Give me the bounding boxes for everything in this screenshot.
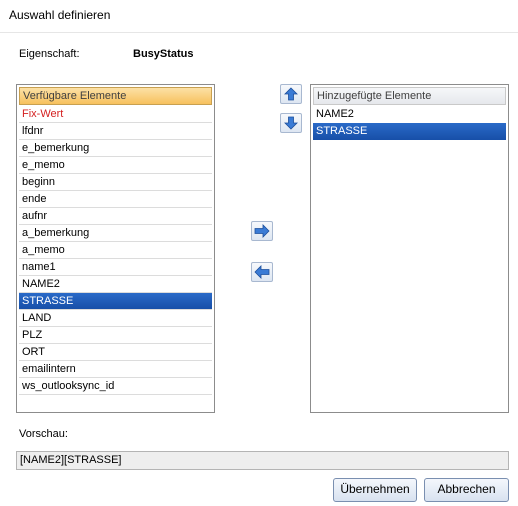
title-bar: Auswahl definieren bbox=[0, 0, 518, 32]
list-item[interactable]: ende bbox=[19, 191, 212, 208]
list-item[interactable]: lfdnr bbox=[19, 123, 212, 140]
arrow-down-icon bbox=[284, 116, 298, 130]
list-item[interactable]: NAME2 bbox=[19, 276, 212, 293]
remove-element-button[interactable] bbox=[251, 262, 273, 282]
list-item[interactable]: beginn bbox=[19, 174, 212, 191]
list-item[interactable]: e_memo bbox=[19, 157, 212, 174]
property-label: Eigenschaft: bbox=[19, 48, 80, 60]
list-item[interactable]: a_bemerkung bbox=[19, 225, 212, 242]
list-item[interactable]: ws_outlooksync_id bbox=[19, 378, 212, 395]
added-elements-list[interactable]: Hinzugefügte Elemente NAME2 STRASSE bbox=[310, 84, 509, 413]
available-elements-list[interactable]: Verfügbare Elemente Fix-Wert lfdnr e_bemer… bbox=[16, 84, 215, 413]
preview-label: Vorschau: bbox=[19, 428, 68, 440]
list-item[interactable]: STRASSE bbox=[313, 123, 506, 140]
list-item[interactable]: PLZ bbox=[19, 327, 212, 344]
available-elements-rows: Fix-Wert lfdnr e_bemerkung e_memo beginn ende… bbox=[19, 106, 212, 395]
added-elements-header: Hinzugefügte Elemente bbox=[313, 87, 506, 105]
list-item[interactable]: Fix-Wert bbox=[19, 106, 212, 123]
apply-button[interactable]: Übernehmen bbox=[333, 478, 417, 502]
title-separator bbox=[0, 32, 518, 33]
arrow-up-icon bbox=[284, 87, 298, 101]
move-down-button[interactable] bbox=[280, 113, 302, 133]
arrow-right-icon bbox=[254, 224, 270, 238]
list-item[interactable]: aufnr bbox=[19, 208, 212, 225]
available-elements-header: Verfügbare Elemente bbox=[19, 87, 212, 105]
list-item[interactable]: name1 bbox=[19, 259, 212, 276]
list-item[interactable]: ORT bbox=[19, 344, 212, 361]
list-item[interactable]: NAME2 bbox=[313, 106, 506, 123]
arrow-left-icon bbox=[254, 265, 270, 279]
move-up-button[interactable] bbox=[280, 84, 302, 104]
add-element-button[interactable] bbox=[251, 221, 273, 241]
list-item[interactable]: emailintern bbox=[19, 361, 212, 378]
list-item[interactable]: e_bemerkung bbox=[19, 140, 212, 157]
preview-field: [NAME2][STRASSE] bbox=[16, 451, 509, 470]
cancel-button[interactable]: Abbrechen bbox=[424, 478, 509, 502]
window-title: Auswahl definieren bbox=[9, 8, 111, 22]
property-value: BusyStatus bbox=[133, 48, 194, 60]
list-item[interactable]: a_memo bbox=[19, 242, 212, 259]
added-elements-rows: NAME2 STRASSE bbox=[313, 106, 506, 140]
list-item[interactable]: LAND bbox=[19, 310, 212, 327]
list-item[interactable]: STRASSE bbox=[19, 293, 212, 310]
